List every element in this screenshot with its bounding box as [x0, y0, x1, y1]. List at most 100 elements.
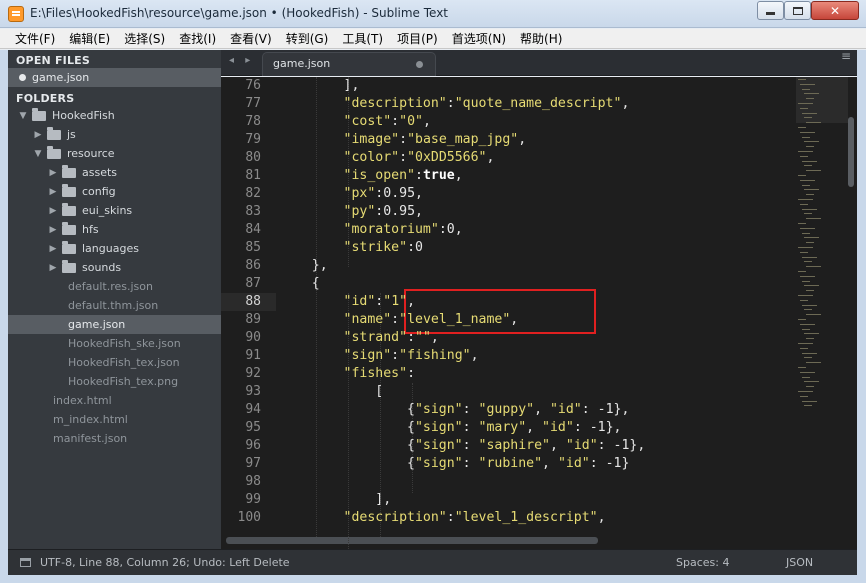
menu-item[interactable]: 查找(I) — [172, 30, 223, 47]
expand-right-icon[interactable]: ▶ — [48, 187, 58, 197]
line-number: 95 — [245, 420, 261, 435]
menu-item[interactable]: 帮助(H) — [513, 30, 569, 47]
folder-item[interactable]: ▶ eui_skins — [8, 201, 221, 220]
minimap-line — [804, 237, 819, 239]
code-line[interactable]: {"sign": "mary", "id": -1}, — [280, 419, 621, 437]
code-line[interactable]: "description":"level_1_descript", — [280, 509, 606, 527]
tree-item-label: languages — [82, 242, 139, 255]
minimap-line — [806, 146, 814, 148]
open-file-item[interactable]: game.json — [8, 68, 221, 87]
code-line[interactable]: "strike":0 — [280, 239, 423, 257]
folder-item[interactable]: ▶ languages — [8, 239, 221, 258]
expand-right-icon[interactable]: ▶ — [48, 225, 58, 235]
menu-item[interactable]: 文件(F) — [8, 30, 62, 47]
minimap-line — [806, 170, 821, 172]
panel-toggle-icon[interactable] — [20, 558, 31, 567]
code-line[interactable]: "px":0.95, — [280, 185, 423, 203]
vertical-scrollbar[interactable] — [848, 117, 854, 187]
code-line[interactable]: "strand":"", — [280, 329, 439, 347]
folder-icon — [47, 126, 61, 140]
menu-item[interactable]: 工具(T) — [335, 30, 390, 47]
folder-item[interactable]: ▶ hfs — [8, 220, 221, 239]
code-line[interactable]: "id":"1", — [280, 293, 416, 311]
tab-unsaved-dot-icon[interactable] — [416, 61, 423, 68]
code-line[interactable]: {"sign": "rubine", "id": -1} — [280, 455, 629, 473]
code-line[interactable]: "image":"base_map_jpg", — [280, 131, 527, 149]
file-item[interactable]: HookedFish_tex.json — [8, 353, 221, 372]
code-line[interactable]: "sign":"fishing", — [280, 347, 479, 365]
line-number: 83 — [245, 204, 261, 219]
code-line[interactable]: "fishes": — [280, 365, 415, 383]
expand-right-icon[interactable]: ▶ — [33, 130, 43, 140]
file-item[interactable]: HookedFish_ske.json — [8, 334, 221, 353]
horizontal-scrollbar[interactable] — [226, 537, 598, 544]
code-line[interactable]: {"sign": "saphire", "id": -1}, — [280, 437, 645, 455]
folder-item[interactable]: ▼ resource — [8, 144, 221, 163]
minimap-line — [798, 343, 813, 344]
minimap-line — [798, 391, 813, 392]
code-line[interactable]: {"sign": "guppy", "id": -1}, — [280, 401, 629, 419]
line-number: 88 — [245, 294, 261, 309]
expand-right-icon[interactable]: ▶ — [48, 263, 58, 273]
file-item[interactable]: manifest.json — [8, 429, 221, 448]
code-line[interactable]: "moratorium":0, — [280, 221, 463, 239]
code-line[interactable]: "name":"level_1_name", — [280, 311, 519, 329]
folder-item[interactable]: ▶ config — [8, 182, 221, 201]
tree-item-label: default.res.json — [68, 280, 153, 293]
minimap-line — [802, 232, 810, 234]
folder-item[interactable]: ▼ HookedFish — [8, 106, 221, 125]
minimap-line — [798, 247, 813, 248]
minimap-line — [802, 184, 810, 186]
menu-item[interactable]: 查看(V) — [223, 30, 279, 47]
code-line[interactable]: }, — [280, 257, 328, 275]
menu-item[interactable]: 选择(S) — [117, 30, 172, 47]
minimap-line — [800, 251, 808, 253]
line-number: 76 — [245, 78, 261, 93]
code-line[interactable]: "description":"quote_name_descript", — [280, 95, 630, 113]
file-item[interactable]: default.thm.json — [8, 296, 221, 315]
menu-item[interactable]: 转到(G) — [279, 30, 336, 47]
tab-game-json[interactable]: game.json — [262, 52, 436, 76]
code-line[interactable]: ], — [280, 77, 360, 95]
folder-icon — [62, 183, 76, 197]
folder-item[interactable]: ▶ sounds — [8, 258, 221, 277]
menu-item[interactable]: 首选项(N) — [445, 30, 513, 47]
code-line[interactable]: [ — [280, 383, 383, 401]
code-line[interactable]: { — [280, 275, 320, 293]
minimize-button[interactable] — [757, 1, 784, 20]
file-item[interactable]: game.json — [8, 315, 221, 334]
tab-label: game.json — [273, 57, 331, 70]
code-editor[interactable]: 76 77 78 79 80 81 82 83 84 85 86 87 88 89 90 91 92 93 94 95… — [221, 77, 857, 549]
code-line[interactable]: "is_open":true, — [280, 167, 463, 185]
expand-down-icon[interactable]: ▼ — [33, 149, 43, 159]
file-item[interactable]: default.res.json — [8, 277, 221, 296]
menu-item[interactable]: 项目(P) — [390, 30, 445, 47]
minimap[interactable] — [796, 77, 848, 549]
folder-item[interactable]: ▶ assets — [8, 163, 221, 182]
folder-item[interactable]: ▶ js — [8, 125, 221, 144]
minimap-line — [802, 160, 817, 162]
code-line[interactable]: ], — [280, 491, 391, 509]
syntax-status[interactable]: JSON — [786, 556, 813, 569]
code-line[interactable]: "cost":"0", — [280, 113, 431, 131]
minimap-line — [800, 371, 815, 373]
expand-down-icon[interactable]: ▼ — [18, 111, 28, 121]
expand-right-icon[interactable]: ▶ — [48, 244, 58, 254]
tab-navigation-arrows[interactable]: ◂ ▸ — [229, 55, 254, 66]
tab-menu-icon[interactable]: ≡ — [841, 50, 851, 62]
expand-right-icon[interactable]: ▶ — [48, 206, 58, 216]
file-item[interactable]: index.html — [8, 391, 221, 410]
close-button[interactable]: ✕ — [811, 1, 859, 20]
code-line[interactable]: "color":"0xDD5566", — [280, 149, 495, 167]
menu-item[interactable]: 编辑(E) — [62, 30, 117, 47]
file-item[interactable]: m_index.html — [8, 410, 221, 429]
minimap-line — [804, 381, 819, 383]
maximize-icon — [792, 6, 803, 15]
file-item[interactable]: HookedFish_tex.png — [8, 372, 221, 391]
expand-right-icon[interactable]: ▶ — [48, 168, 58, 178]
code-line[interactable]: "py":0.95, — [280, 203, 423, 221]
minimap-line — [802, 376, 810, 378]
maximize-button[interactable] — [784, 1, 811, 20]
minimap-line — [804, 309, 812, 311]
indentation-status[interactable]: Spaces: 4 — [676, 556, 729, 569]
